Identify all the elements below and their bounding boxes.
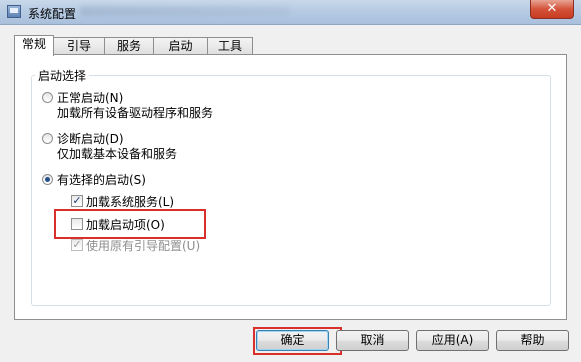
window-title: 系统配置 [28,7,77,21]
tab-startup[interactable]: 启动 [153,37,208,55]
help-button[interactable]: 帮助 [496,330,569,351]
load-system-services-label[interactable]: 加载系统服务(L) [86,193,174,210]
highlight-box-ok [253,327,342,355]
diagnostic-startup-radio[interactable] [42,133,53,144]
use-original-boot-config-checkbox: ✓ [71,238,83,251]
tab-general[interactable]: 常规 [14,35,54,56]
use-original-boot-config-label: 使用原有引导配置(U) [86,239,201,253]
close-button[interactable]: ✕ [530,0,574,19]
tab-services[interactable]: 服务 [104,37,154,55]
normal-startup-desc: 加载所有设备驱动程序和服务 [57,106,214,120]
title-bar: 系统配置 ✕ [0,0,581,25]
general-tab-panel: 启动选择 正常启动(N) 加载所有设备驱动程序和服务 诊断启动(D) 仅加载基本… [14,54,567,320]
selective-startup-label[interactable]: 有选择的启动(S) [57,171,146,188]
system-config-icon [7,5,21,18]
selective-startup-radio[interactable] [42,174,53,185]
load-system-services-checkbox[interactable]: ✓ [71,195,83,207]
apply-button[interactable]: 应用(A) [416,330,489,351]
highlight-box-startup-items [54,209,206,239]
cancel-button[interactable]: 取消 [336,330,409,351]
normal-startup-radio[interactable] [42,92,53,103]
tab-boot[interactable]: 引导 [53,37,105,55]
tab-tools[interactable]: 工具 [207,37,253,55]
group-label: 启动选择 [35,67,90,84]
blurred-watermark [80,6,290,16]
diagnostic-startup-desc: 仅加载基本设备和服务 [57,147,178,161]
